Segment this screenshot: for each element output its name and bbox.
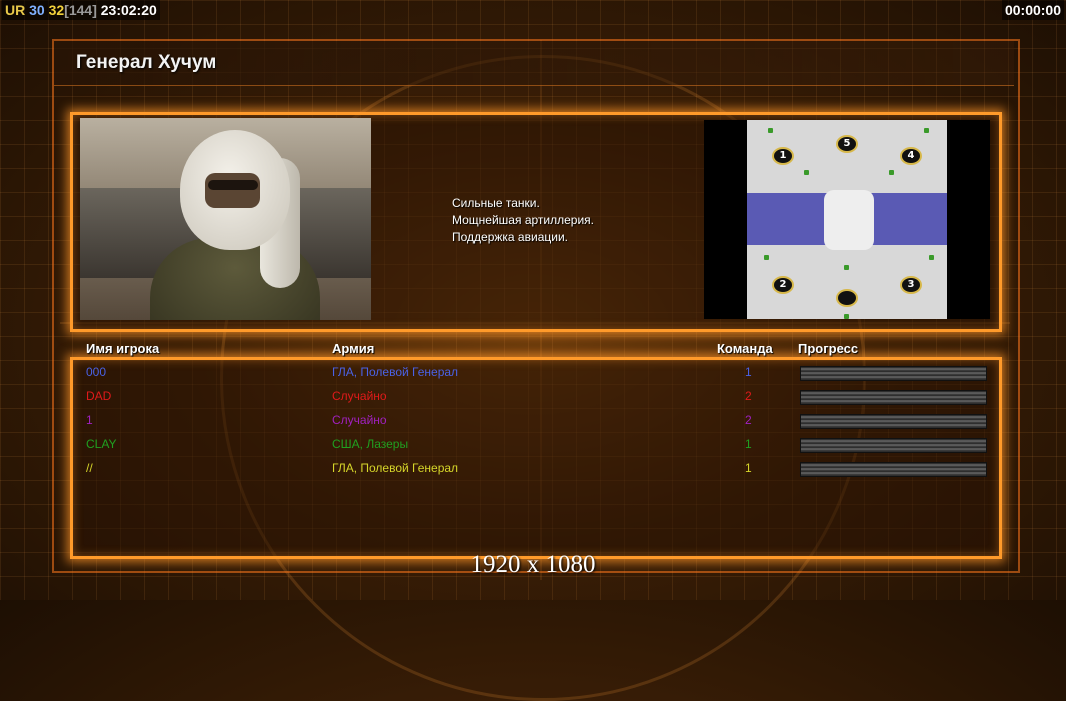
- description-line: Мощнейшая артиллерия.: [452, 213, 594, 227]
- table-row: 000 ГЛА, Полевой Генерал 1: [0, 365, 1066, 383]
- general-portrait: [80, 118, 371, 320]
- player-team: 1: [745, 437, 752, 451]
- supply-marker: [929, 255, 934, 260]
- player-team: 1: [745, 461, 752, 475]
- player-team: 2: [745, 389, 752, 403]
- supply-marker: [844, 265, 849, 270]
- player-progress-bar: [800, 414, 987, 429]
- supply-marker: [924, 128, 929, 133]
- header-army: Армия: [332, 341, 375, 356]
- start-position-5: 5: [836, 135, 858, 153]
- hud-clock: 23:02:20: [100, 2, 157, 18]
- start-position-1: 1: [772, 147, 794, 165]
- player-name: CLAY: [86, 437, 117, 451]
- hud-stats: UR 30 32[144] 23:02:20: [2, 0, 160, 20]
- general-description: Сильные танки. Мощнейшая артиллерия. Под…: [452, 195, 594, 246]
- player-progress-bar: [800, 462, 987, 477]
- player-name: //: [86, 461, 93, 475]
- table-row: DAD Случайно 2: [0, 389, 1066, 407]
- supply-marker: [768, 128, 773, 133]
- player-progress-bar: [800, 366, 987, 381]
- supply-marker: [844, 314, 849, 319]
- map-preview: 1 5 4 2 3: [704, 120, 990, 319]
- supply-marker: [804, 170, 809, 175]
- player-team: 1: [745, 365, 752, 379]
- header-player-name: Имя игрока: [86, 341, 160, 356]
- table-row: CLAY США, Лазеры 1: [0, 437, 1066, 455]
- hud-value-144: [144]: [64, 2, 97, 18]
- player-progress-bar: [800, 390, 987, 405]
- hud-value-30: 30: [29, 2, 45, 18]
- player-name: DAD: [86, 389, 112, 403]
- resolution-label: 1920 x 1080: [470, 551, 596, 578]
- hud-value-32: 32: [48, 2, 65, 18]
- hud-timer: 00:00:00: [1001, 0, 1064, 20]
- description-line: Поддержка авиации.: [452, 230, 568, 244]
- player-army: Случайно: [332, 389, 387, 403]
- start-position-3: 3: [900, 276, 922, 294]
- hud-ur: UR: [5, 2, 26, 18]
- player-army: Случайно: [332, 413, 387, 427]
- page-title: Генерал Хучум: [76, 52, 217, 73]
- start-position-6: [836, 289, 858, 307]
- start-position-4: 4: [900, 147, 922, 165]
- player-army: ГЛА, Полевой Генерал: [332, 365, 459, 379]
- player-progress-bar: [800, 438, 987, 453]
- player-name: 000: [86, 365, 107, 379]
- player-army: США, Лазеры: [332, 437, 409, 451]
- supply-marker: [764, 255, 769, 260]
- player-name: 1: [86, 413, 93, 427]
- table-row: // ГЛА, Полевой Генерал 1: [0, 461, 1066, 479]
- player-army: ГЛА, Полевой Генерал: [332, 461, 459, 475]
- supply-marker: [889, 170, 894, 175]
- players-panel: [70, 357, 1002, 559]
- table-row: 1 Случайно 2: [0, 413, 1066, 431]
- header-progress: Прогресс: [798, 341, 859, 356]
- start-position-2: 2: [772, 276, 794, 294]
- player-team: 2: [745, 413, 752, 427]
- header-team: Команда: [717, 341, 773, 356]
- description-line: Сильные танки.: [452, 196, 540, 210]
